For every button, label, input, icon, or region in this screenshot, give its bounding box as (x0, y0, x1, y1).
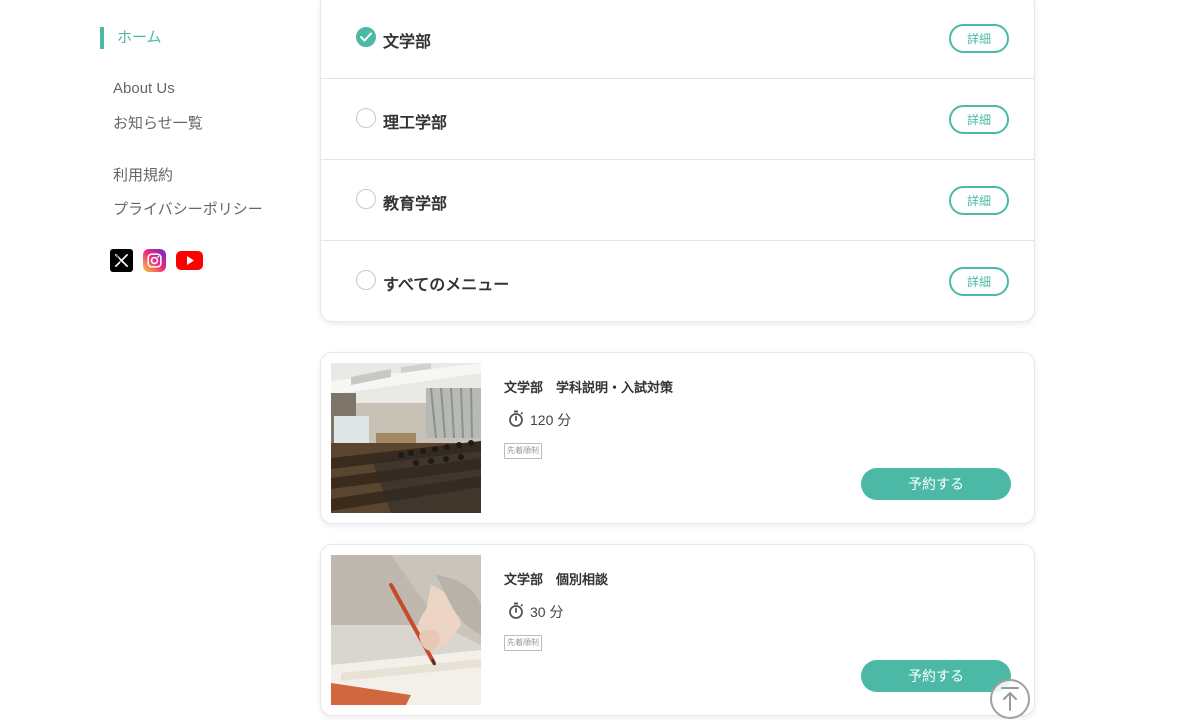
duration-text: 30 分 (530, 604, 564, 620)
stopwatch-icon (508, 410, 524, 430)
menu-item-science-engineering[interactable]: 理工学部 詳細 (321, 79, 1034, 160)
course-title: 文学部 学科説明・入試対策 (504, 380, 674, 395)
sidebar-item-news[interactable]: お知らせ一覧 (113, 112, 203, 133)
status-badge: 先着順制 (504, 635, 542, 651)
youtube-icon[interactable] (176, 249, 203, 272)
sidebar-item-home[interactable]: ホーム (100, 27, 162, 49)
reserve-button[interactable]: 予約する (861, 660, 1011, 692)
course-card: 文学部 個別相談 30 分 先着順制 予約する (320, 544, 1035, 716)
course-card: 文学部 学科説明・入試対策 120 分 先着順制 予約する (320, 352, 1035, 524)
menu-item-education[interactable]: 教育学部 詳細 (321, 160, 1034, 241)
sidebar-item-about[interactable]: About Us (113, 80, 175, 97)
radio-unchecked[interactable] (356, 108, 376, 128)
course-duration: 30 分 (508, 602, 563, 622)
menu-item-label: 教育学部 (383, 196, 448, 213)
menu-item-all[interactable]: すべてのメニュー 詳細 (321, 241, 1034, 322)
menu-item-label: 理工学部 (383, 115, 448, 132)
course-duration: 120 分 (508, 410, 571, 430)
status-badge: 先着順制 (504, 443, 542, 459)
radio-checked[interactable] (356, 27, 376, 47)
sidebar-item-privacy[interactable]: プライバシーポリシー (113, 198, 263, 219)
x-icon[interactable] (110, 249, 133, 272)
scroll-to-top-button[interactable] (990, 679, 1030, 719)
detail-button[interactable]: 詳細 (949, 186, 1009, 215)
instagram-icon[interactable] (143, 249, 166, 272)
stopwatch-icon (508, 602, 524, 622)
reserve-button[interactable]: 予約する (861, 468, 1011, 500)
detail-button[interactable]: 詳細 (949, 24, 1009, 53)
check-icon (360, 32, 372, 42)
course-title: 文学部 個別相談 (504, 572, 609, 587)
social-links (110, 249, 203, 272)
menu-item-label: すべてのメニュー (383, 277, 510, 294)
menu-item-label: 文学部 (383, 34, 432, 51)
duration-text: 120 分 (530, 412, 572, 428)
lecture-hall-image (331, 363, 481, 513)
menu-item-literature[interactable]: 文学部 詳細 (321, 0, 1034, 79)
detail-button[interactable]: 詳細 (949, 105, 1009, 134)
radio-unchecked[interactable] (356, 189, 376, 209)
writing-hand-image (331, 555, 481, 705)
arrow-up-icon (1001, 687, 1019, 711)
radio-unchecked[interactable] (356, 270, 376, 290)
sidebar-item-terms[interactable]: 利用規約 (113, 164, 173, 185)
detail-button[interactable]: 詳細 (949, 267, 1009, 296)
menu-list: 文学部 詳細 理工学部 詳細 教育学部 詳細 すべてのメニュー 詳細 (320, 0, 1035, 322)
